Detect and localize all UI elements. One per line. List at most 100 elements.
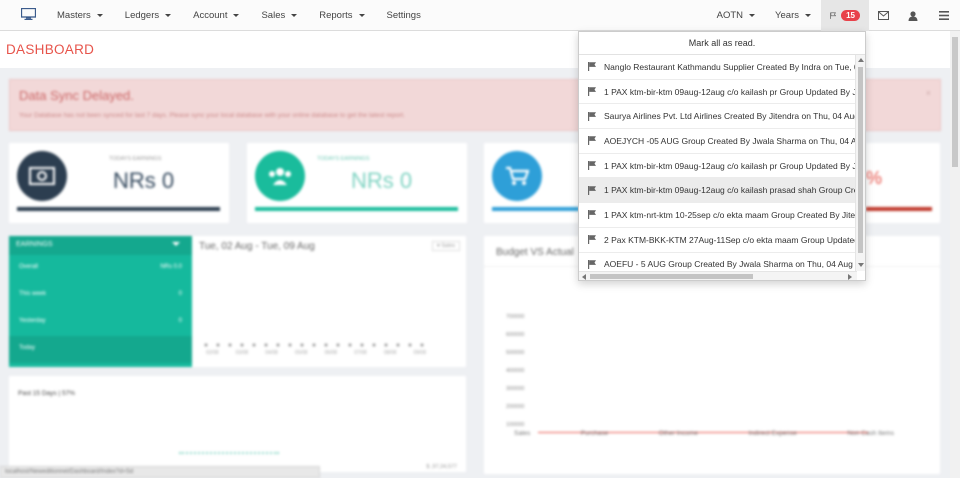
menu-label: Account — [193, 10, 228, 21]
notification-text: 1 PAX ktm-bir-ktm 09aug-12aug c/o kailas… — [604, 86, 857, 97]
flag-icon — [588, 87, 596, 97]
messages-button[interactable] — [869, 0, 898, 31]
notifications-toggle[interactable]: 15 — [821, 0, 869, 31]
hamburger-menu-button[interactable] — [927, 0, 960, 31]
scroll-right-arrow-icon[interactable] — [848, 274, 852, 280]
alert-title: Data Sync Delayed. — [19, 88, 134, 103]
scrollbar-thumb[interactable] — [590, 274, 753, 279]
notification-item[interactable]: 1 PAX ktm-bir-ktm 09aug-12aug c/o kailas… — [579, 178, 857, 204]
flag-icon — [588, 259, 596, 269]
flag-icon — [588, 161, 596, 171]
flag-icon — [830, 12, 837, 19]
alert-text: Your Database has not been synced for la… — [19, 112, 406, 119]
chart-type-select[interactable]: ▾ Sales — [431, 241, 460, 251]
years-dropdown[interactable]: Years — [765, 0, 821, 31]
menu-sales[interactable]: Sales — [250, 0, 308, 31]
notification-item[interactable]: 2 Pax KTM-BKK-KTM 27Aug-11Sep c/o ekta m… — [579, 228, 857, 253]
stat-label: TODAYS EARNINGS — [109, 156, 162, 162]
y-tick-label: 500000 — [506, 350, 525, 356]
past-days-title: Past 15 Days | 57% — [18, 390, 75, 397]
weekly-chart-axis — [204, 343, 424, 347]
x-tick-label: Purchase — [580, 430, 609, 437]
menu-masters[interactable]: Masters — [46, 0, 114, 31]
mark-all-read-button[interactable]: Mark all as read. — [579, 32, 865, 55]
menu-label: Ledgers — [124, 10, 160, 21]
row-value: 0 — [178, 291, 182, 297]
menu-label: Masters — [57, 10, 91, 21]
caret-down-icon — [165, 14, 172, 17]
menu-ledgers[interactable]: Ledgers — [114, 0, 182, 31]
page-title: DASHBOARD — [6, 42, 95, 57]
budget-x-axis: Sales Purchase Other Income Indirect Exp… — [514, 430, 894, 437]
caret-down-icon — [805, 14, 811, 17]
notification-text: AOEFU - 5 AUG Group Created By Jwala Sha… — [604, 259, 853, 270]
row-label: Overall — [19, 264, 39, 270]
stat-label: TODAYS EARNINGS — [317, 156, 370, 162]
user-menu-button[interactable] — [898, 0, 927, 31]
alert-close-button[interactable]: × — [926, 88, 931, 98]
user-icon — [908, 10, 917, 21]
flag-icon — [588, 210, 596, 220]
x-tick-label: Other Income — [658, 430, 699, 437]
caret-down-icon — [233, 14, 240, 17]
row-label: Yesterday — [19, 318, 46, 324]
notification-item[interactable]: AOEFU - 5 AUG Group Created By Jwala Sha… — [579, 253, 857, 272]
stat-progress-bar — [255, 207, 458, 211]
notification-item[interactable]: 1 PAX ktm-bir-ktm 09aug-12aug c/o kailas… — [579, 154, 857, 179]
nav-right: AOTN Years 15 — [707, 0, 960, 31]
menu-settings[interactable]: Settings — [376, 0, 432, 31]
notification-item[interactable]: 1 PAX ktm-bir-ktm 09aug-12aug c/o kailas… — [579, 80, 857, 105]
y-tick-label: 200000 — [506, 404, 525, 410]
x-tick-label: 05/08 — [294, 350, 308, 356]
monitor-icon[interactable] — [21, 8, 36, 20]
page-scrollbar[interactable] — [950, 31, 960, 478]
scroll-left-arrow-icon[interactable] — [582, 274, 586, 280]
stat-card — [484, 143, 579, 223]
earnings-title: EARNINGS — [16, 241, 53, 248]
scroll-down-arrow-icon[interactable] — [858, 263, 864, 267]
row-value: 0 — [178, 318, 182, 324]
envelope-icon — [878, 11, 889, 20]
flag-icon — [588, 235, 596, 245]
page-scrollbar-thumb[interactable] — [952, 37, 958, 167]
notification-count-badge: 15 — [841, 10, 860, 21]
notification-item[interactable]: AOEJYCH -05 AUG Group Created By Jwala S… — [579, 129, 857, 154]
scroll-up-arrow-icon[interactable] — [858, 58, 864, 62]
row-label: This week — [19, 291, 47, 297]
notification-text: AOEJYCH -05 AUG Group Created By Jwala S… — [604, 135, 857, 146]
notification-item[interactable]: Saurya Airlines Pvt. Ltd Airlines Create… — [579, 104, 857, 130]
stat-progress-bar — [866, 207, 932, 211]
budget-title: Budget VS Actual — [496, 247, 574, 258]
status-bar-url: localhost/Neweditionnet/Dashboard/Index?… — [0, 466, 320, 478]
y-tick-label: 600000 — [506, 332, 525, 338]
menu-label: Settings — [386, 10, 421, 21]
x-tick-label: 03/08 — [235, 350, 249, 356]
earnings-header[interactable]: EARNINGS — [9, 236, 192, 255]
hamburger-icon — [938, 11, 949, 20]
menu-label: Reports — [319, 10, 353, 21]
caret-down-icon — [749, 14, 756, 17]
company-dropdown[interactable]: AOTN — [707, 0, 765, 31]
stat-card: TODAYS EARNINGS NRs 0 — [247, 143, 467, 223]
notification-item[interactable]: Nanglo Restaurant Kathmandu Supplier Cre… — [579, 55, 857, 80]
x-tick-label: 06/08 — [324, 350, 338, 356]
earnings-row: Overall NRs 0.0 — [9, 255, 192, 282]
menu-account[interactable]: Account — [182, 0, 250, 31]
notifications-vertical-scrollbar[interactable] — [855, 55, 865, 271]
earnings-row: Today — [9, 336, 192, 363]
company-label: AOTN — [716, 10, 744, 21]
x-tick-label: Sales — [514, 430, 531, 437]
x-tick-label: 07/08 — [354, 350, 367, 356]
past-days-line — [179, 452, 279, 454]
flag-icon — [588, 111, 596, 121]
stat-progress-bar — [492, 207, 579, 211]
past-days-card: Past 15 Days | 57% $ ,97,34,577 — [9, 376, 466, 472]
flag-icon — [588, 62, 596, 72]
notification-item[interactable]: 1 PAX ktm-nrt-ktm 10-25sep c/o ekta maam… — [579, 203, 857, 228]
notification-text: 1 PAX ktm-bir-ktm 09aug-12aug c/o kailas… — [604, 160, 857, 171]
notification-text: 1 PAX ktm-bir-ktm 09aug-12aug c/o kailas… — [604, 185, 857, 196]
menu-reports[interactable]: Reports — [308, 0, 375, 31]
x-tick-label: 09/08 — [413, 350, 426, 356]
scrollbar-thumb[interactable] — [858, 67, 863, 253]
notifications-horizontal-scrollbar[interactable] — [579, 271, 857, 280]
